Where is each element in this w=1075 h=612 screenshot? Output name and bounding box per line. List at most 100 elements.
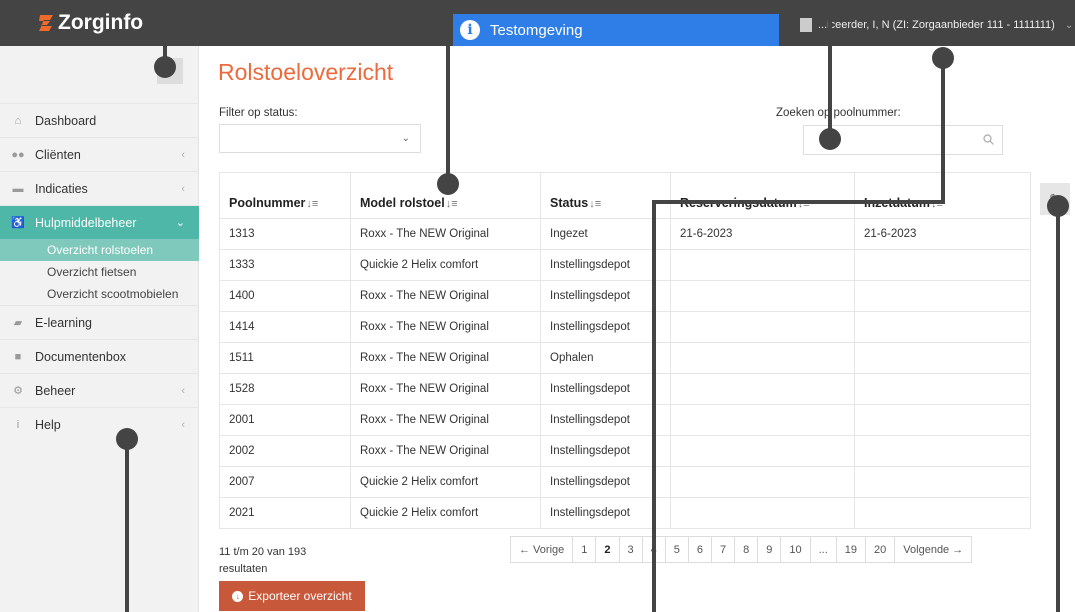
cell-inzetdatum xyxy=(854,311,1031,343)
chevron-down-icon: ⌄ xyxy=(1064,19,1074,31)
table-row[interactable]: 2021 Quickie 2 Helix comfort Instellingsde… xyxy=(219,497,1031,529)
table-row[interactable]: 1414 Roxx - The NEW Original Instellingsde… xyxy=(219,311,1031,343)
pagination-page[interactable]: 20 xyxy=(866,537,896,562)
cell-status: Instellingsdepot xyxy=(540,466,671,498)
table-row[interactable]: 1333 Quickie 2 Helix comfort Instellingsde… xyxy=(219,249,1031,281)
sidebar-subitem-overzicht-rolstoelen[interactable]: Overzicht rolstoelen xyxy=(0,239,199,261)
annotation-line xyxy=(828,0,832,140)
pagination-page[interactable]: 6 xyxy=(689,537,712,562)
pagination-previous[interactable]: ← Vorige xyxy=(511,537,574,562)
cell-model: Quickie 2 Helix comfort xyxy=(350,497,541,529)
cell-status: Instellingsdepot xyxy=(540,497,671,529)
search-poolnummer-label: Zoeken op poolnummer: xyxy=(776,107,901,119)
sidebar-item-label: Hulpmiddelbeheer xyxy=(35,215,137,230)
column-header-status[interactable]: Status↓≡ xyxy=(540,172,671,219)
cell-reserveringsdatum xyxy=(670,435,855,467)
cell-status: Ingezet xyxy=(540,218,671,250)
sidebar-item-hulpmiddelbeheer[interactable]: ♿ Hulpmiddelbeheer ⌄ xyxy=(0,205,199,239)
cell-poolnummer: 1333 xyxy=(219,249,351,281)
sidebar-subitem-overzicht-fietsen[interactable]: Overzicht fietsen xyxy=(0,261,199,283)
sidebar: ⌂ Dashboard ●● Cliënten ‹ ▬ Indicaties ‹… xyxy=(0,46,199,612)
user-label: ...iceerder, I, N (ZI: Zorgaanbieder 111… xyxy=(818,19,1055,31)
pagination-page[interactable]: 5 xyxy=(666,537,689,562)
table-body: 1313 Roxx - The NEW Original Ingezet 21-6-2… xyxy=(219,218,1031,529)
briefcase-icon: ▬ xyxy=(12,182,24,195)
annotation-line xyxy=(1056,206,1060,612)
sidebar-item-help[interactable]: i Help ‹ xyxy=(0,407,199,441)
cell-model: Roxx - The NEW Original xyxy=(350,404,541,436)
sidebar-item-documentenbox[interactable]: ■ Documentenbox xyxy=(0,339,199,373)
table-row[interactable]: 2007 Quickie 2 Helix comfort Instellingsde… xyxy=(219,466,1031,498)
pagination-page[interactable]: 8 xyxy=(735,537,759,562)
pagination-next[interactable]: Volgende → xyxy=(895,537,971,562)
pagination-page[interactable]: 1 xyxy=(573,537,597,562)
cell-reserveringsdatum xyxy=(670,280,855,312)
result-count: 11 t/m 20 van 193 resultaten xyxy=(219,546,307,575)
cell-poolnummer: 1511 xyxy=(219,342,351,374)
cell-status: Ophalen xyxy=(540,342,671,374)
cell-poolnummer: 1414 xyxy=(219,311,351,343)
pagination-page[interactable]: 10 xyxy=(781,537,811,562)
chevron-left-icon: ‹ xyxy=(181,418,185,431)
sidebar-item-dashboard[interactable]: ⌂ Dashboard xyxy=(0,103,199,137)
home-icon: ⌂ xyxy=(14,114,22,127)
sidebar-item-label: E-learning xyxy=(35,315,92,330)
annotation-dot xyxy=(437,173,459,195)
cell-reserveringsdatum xyxy=(670,342,855,374)
cell-model: Roxx - The NEW Original xyxy=(350,311,541,343)
cell-inzetdatum xyxy=(854,280,1031,312)
info-icon: i xyxy=(16,418,20,431)
cell-inzetdatum xyxy=(854,249,1031,281)
pagination-page[interactable]: 9 xyxy=(758,537,782,562)
table-row[interactable]: 1400 Roxx - The NEW Original Instellingsde… xyxy=(219,280,1031,312)
filter-status-select[interactable]: ⌄ xyxy=(219,124,421,153)
sidebar-item-beheer[interactable]: ⚙ Beheer ‹ xyxy=(0,373,199,407)
annotation-dot xyxy=(1047,195,1069,217)
wheelchair-icon: ♿ xyxy=(11,217,25,229)
cell-reserveringsdatum xyxy=(670,249,855,281)
sidebar-subitem-overzicht-scootmobielen[interactable]: Overzicht scootmobielen xyxy=(0,283,199,305)
sidebar-item-e-learning[interactable]: ▰ E-learning xyxy=(0,305,199,339)
cell-poolnummer: 1400 xyxy=(219,280,351,312)
cell-reserveringsdatum xyxy=(670,466,855,498)
sidebar-item-label: Beheer xyxy=(35,383,76,398)
cell-status: Instellingsdepot xyxy=(540,249,671,281)
table-row[interactable]: 1511 Roxx - The NEW Original Ophalen xyxy=(219,342,1031,374)
pagination-page[interactable]: 7 xyxy=(712,537,736,562)
zorginfo-logo-icon xyxy=(38,14,54,32)
table-row[interactable]: 1528 Roxx - The NEW Original Instellingsde… xyxy=(219,373,1031,405)
export-icon: ↓ xyxy=(232,590,244,602)
table-row[interactable]: 1313 Roxx - The NEW Original Ingezet 21-6-2… xyxy=(219,218,1031,250)
annotation-dot xyxy=(154,56,176,78)
cell-poolnummer: 2021 xyxy=(219,497,351,529)
pagination-ellipsis: ... xyxy=(811,537,837,562)
sort-icon: ↓≡ xyxy=(306,198,319,210)
table-row[interactable]: 2001 Roxx - The NEW Original Instellingsde… xyxy=(219,404,1031,436)
pagination-page[interactable]: 3 xyxy=(620,537,643,562)
column-header-poolnummer[interactable]: Poolnummer↓≡ xyxy=(219,172,351,219)
search-icon xyxy=(983,134,994,145)
cell-inzetdatum xyxy=(854,466,1031,498)
archive-icon: ■ xyxy=(14,350,22,363)
cell-poolnummer: 1313 xyxy=(219,218,351,250)
cell-model: Roxx - The NEW Original xyxy=(350,218,541,250)
cell-status: Instellingsdepot xyxy=(540,311,671,343)
brand[interactable]: Zorginfo xyxy=(38,11,143,35)
pagination-page-current[interactable]: 2 xyxy=(596,537,620,562)
sidebar-item-indicaties[interactable]: ▬ Indicaties ‹ xyxy=(0,171,199,205)
page-title: Rolstoeloverzicht xyxy=(218,59,394,85)
cogs-icon: ⚙ xyxy=(13,385,23,397)
export-button[interactable]: ↓ Exporteer overzicht xyxy=(219,581,365,611)
annotation-line xyxy=(941,54,945,204)
table-row[interactable]: 2002 Roxx - The NEW Original Instellingsde… xyxy=(219,435,1031,467)
user-icon xyxy=(800,18,812,32)
cell-model: Roxx - The NEW Original xyxy=(350,373,541,405)
user-menu[interactable]: ...iceerder, I, N (ZI: Zorgaanbieder 111… xyxy=(800,18,1073,32)
column-header-reserveringsdatum[interactable]: Reserveringsdatum↓≡ xyxy=(670,172,855,219)
sidebar-item-clienten[interactable]: ●● Cliënten ‹ xyxy=(0,137,199,171)
top-bar: Zorginfo i Testomgeving ...iceerder, I, … xyxy=(0,0,1075,46)
annotation-line xyxy=(652,200,945,204)
chevron-down-icon: ⌄ xyxy=(175,217,185,229)
pagination-page[interactable]: 19 xyxy=(837,537,867,562)
pagination: ← Vorige 1 2 3 4 5 6 7 8 9 10 ... 19 20 … xyxy=(510,536,973,563)
